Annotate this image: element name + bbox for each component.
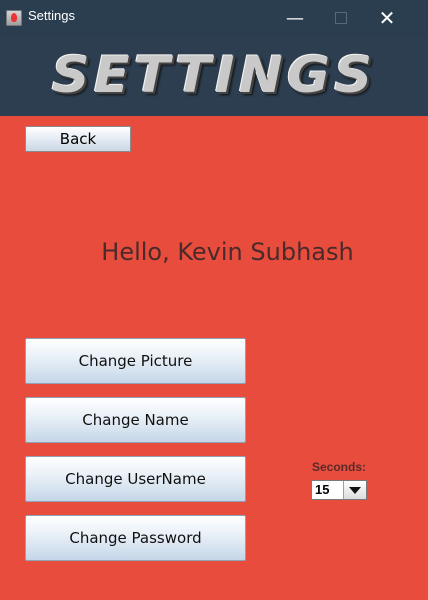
change-picture-button[interactable]: Change Picture <box>25 338 246 384</box>
maximize-icon <box>335 12 347 24</box>
window-title: Settings <box>28 8 75 23</box>
greeting-text: Hello, Kevin Subhash <box>101 238 354 266</box>
dropdown-button[interactable] <box>343 481 366 499</box>
change-password-button[interactable]: Change Password <box>25 515 246 561</box>
seconds-dropdown[interactable]: 15 <box>311 480 367 500</box>
seconds-label: Seconds: <box>312 460 367 474</box>
seconds-value: 15 <box>315 482 330 497</box>
back-button[interactable]: Back <box>25 126 131 152</box>
minimize-button[interactable]: — <box>272 0 318 36</box>
change-username-button[interactable]: Change UserName <box>25 456 246 502</box>
change-name-button[interactable]: Change Name <box>25 397 246 443</box>
java-icon <box>6 10 22 26</box>
settings-window: Settings — ✕ SETTINGS Back Hello, Kevin … <box>0 0 428 600</box>
maximize-button[interactable] <box>318 0 364 36</box>
close-button[interactable]: ✕ <box>364 0 410 36</box>
title-bar[interactable]: Settings — ✕ <box>0 0 428 36</box>
banner-title: SETTINGS <box>51 46 377 104</box>
settings-banner: SETTINGS <box>0 36 428 116</box>
triangle-down-icon <box>349 486 361 494</box>
